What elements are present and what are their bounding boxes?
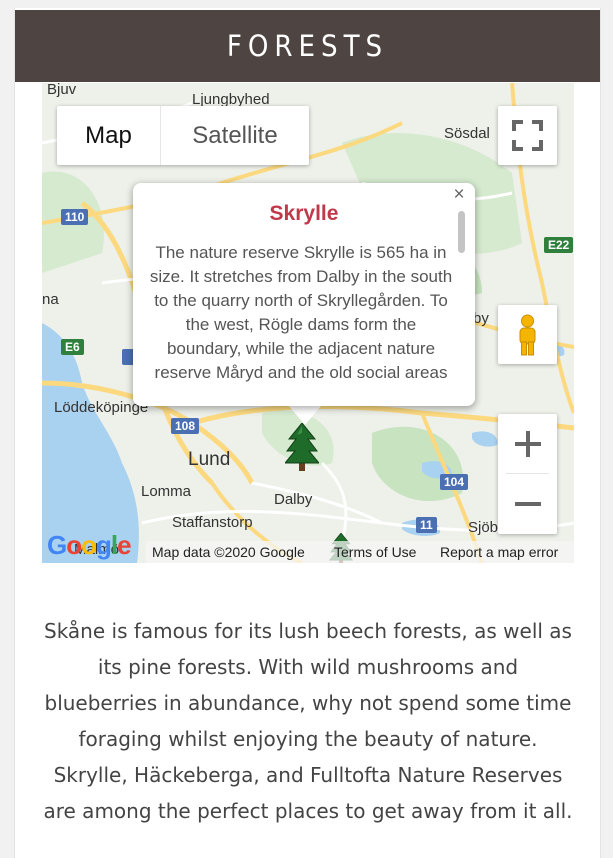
zoom-out-button[interactable] (498, 474, 557, 533)
map-data-credit: Map data ©2020 Google (152, 544, 305, 560)
map-label-na: na (42, 291, 59, 308)
fullscreen-icon (512, 120, 543, 151)
report-map-error-link[interactable]: Report a map error (440, 544, 558, 560)
fullscreen-button[interactable] (498, 106, 557, 165)
info-window-body: The nature reserve Skrylle is 565 ha in … (149, 243, 453, 382)
map-label-lund: Lund (188, 449, 231, 470)
road-shield-104: 104 (440, 474, 469, 490)
tree-marker-icon[interactable] (285, 423, 319, 473)
map-label-dalby: Dalby (274, 491, 313, 508)
zoom-in-button[interactable] (498, 414, 557, 473)
section-header: FORESTS (15, 10, 600, 82)
terms-of-use-link[interactable]: Terms of Use (334, 544, 416, 560)
map-attribution-bar: Google Map data ©2020 Google Terms of Us… (42, 530, 574, 563)
zoom-control (498, 414, 557, 534)
map-label-staffanstorp: Staffanstorp (172, 514, 253, 531)
pegman-icon (519, 314, 536, 356)
info-window-title: Skrylle (269, 202, 339, 225)
close-icon[interactable]: × (449, 185, 469, 205)
road-shield-108: 108 (171, 418, 200, 434)
google-logo: Google (47, 530, 132, 560)
info-window-scrollbar[interactable] (458, 211, 465, 253)
map-type-satellite-button[interactable]: Satellite (161, 106, 309, 165)
section-title: FORESTS (226, 29, 389, 63)
street-view-pegman-button[interactable] (498, 305, 557, 364)
road-shield-e6: E6 (61, 339, 84, 355)
zoom-in-icon (514, 430, 541, 457)
map-label-by: by (473, 310, 489, 327)
road-shield-e22: E22 (544, 237, 574, 253)
info-window-tail (288, 405, 322, 425)
map-label-bjuv: Bjuv (47, 83, 77, 98)
map-type-control: Map Satellite (57, 106, 309, 165)
map-type-map-button[interactable]: Map (57, 106, 161, 165)
map-widget[interactable]: Bjuv Ljungbyhed Sösdal na by Löddeköping… (42, 83, 574, 563)
map-label-sosdala: Sösdal (444, 125, 490, 142)
map-label-lomma: Lomma (141, 483, 192, 500)
map-label-sjobo: Sjöb (468, 519, 499, 536)
road-shield-110: 110 (61, 209, 89, 225)
info-window: Skrylle The nature reserve Skrylle is 56… (133, 183, 475, 406)
road-shield-11: 11 (416, 517, 437, 533)
forests-description: Skåne is famous for its lush beech fores… (43, 619, 573, 823)
forests-card: FORESTS Bjuv Ljungbyhed Sösdal na by Löd… (14, 8, 601, 858)
zoom-out-icon (514, 501, 541, 506)
